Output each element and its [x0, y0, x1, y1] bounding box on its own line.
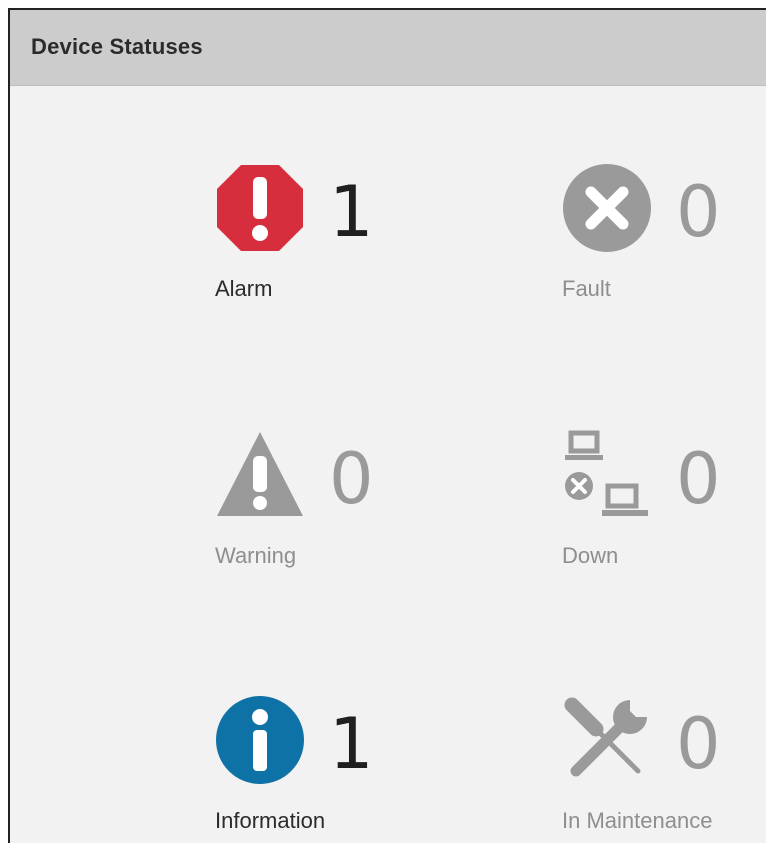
circle-x-icon: [562, 163, 652, 253]
status-tile-alarm[interactable]: 1 Alarm: [215, 163, 415, 343]
status-label: Down: [562, 543, 619, 568]
status-tile-down[interactable]: 0 Down: [562, 430, 762, 610]
status-label: In Maintenance: [562, 808, 713, 833]
status-tile-fault[interactable]: 0 Fault: [562, 163, 762, 343]
device-statuses-panel: Device Statuses 1 Alarm 0 Fault 0 Warnin…: [8, 8, 766, 843]
status-count: 0: [676, 703, 721, 785]
tools-icon: [562, 695, 652, 785]
octagon-exclamation-icon: [215, 163, 305, 253]
status-label: Alarm: [215, 276, 273, 301]
panel-title: Device Statuses: [31, 34, 203, 59]
status-count: 1: [329, 171, 374, 253]
panel-header: Device Statuses: [10, 10, 766, 86]
status-tile-warning[interactable]: 0 Warning: [215, 430, 415, 610]
status-label: Warning: [215, 543, 297, 568]
info-circle-icon: [215, 695, 305, 785]
status-tile-information[interactable]: 1 Information: [215, 695, 415, 843]
status-label: Fault: [562, 276, 611, 301]
status-tile-maintenance[interactable]: 0 In Maintenance: [562, 695, 762, 843]
network-down-icon: [562, 430, 652, 520]
status-count: 1: [329, 703, 374, 785]
status-count: 0: [676, 171, 721, 253]
status-count: 0: [676, 438, 721, 520]
status-count: 0: [329, 438, 374, 520]
status-label: Information: [215, 808, 326, 833]
triangle-exclamation-icon: [215, 430, 305, 520]
